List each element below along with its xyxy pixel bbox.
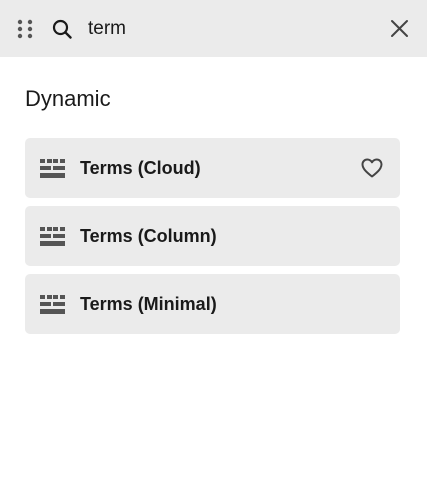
search-input[interactable] [88,14,368,44]
list-item-label: Terms (Minimal) [80,294,217,314]
drag-handle-icon[interactable] [17,18,33,40]
terms-widget-icon [40,227,65,246]
list-item-label: Terms (Column) [80,226,217,246]
search-header [0,0,427,57]
terms-widget-icon [40,295,65,314]
widget-list: Terms (Cloud) Terms (Column) Terms (Mini… [25,138,400,342]
list-item-terms-cloud[interactable]: Terms (Cloud) [25,138,400,198]
list-item-terms-column[interactable]: Terms (Column) [25,206,400,266]
list-item-label: Terms (Cloud) [80,158,201,178]
section-title: Dynamic [25,86,111,111]
terms-widget-icon [40,159,65,178]
heart-icon[interactable] [361,158,383,178]
list-item-terms-minimal[interactable]: Terms (Minimal) [25,274,400,334]
search-icon [52,19,72,39]
close-icon[interactable] [389,18,410,39]
